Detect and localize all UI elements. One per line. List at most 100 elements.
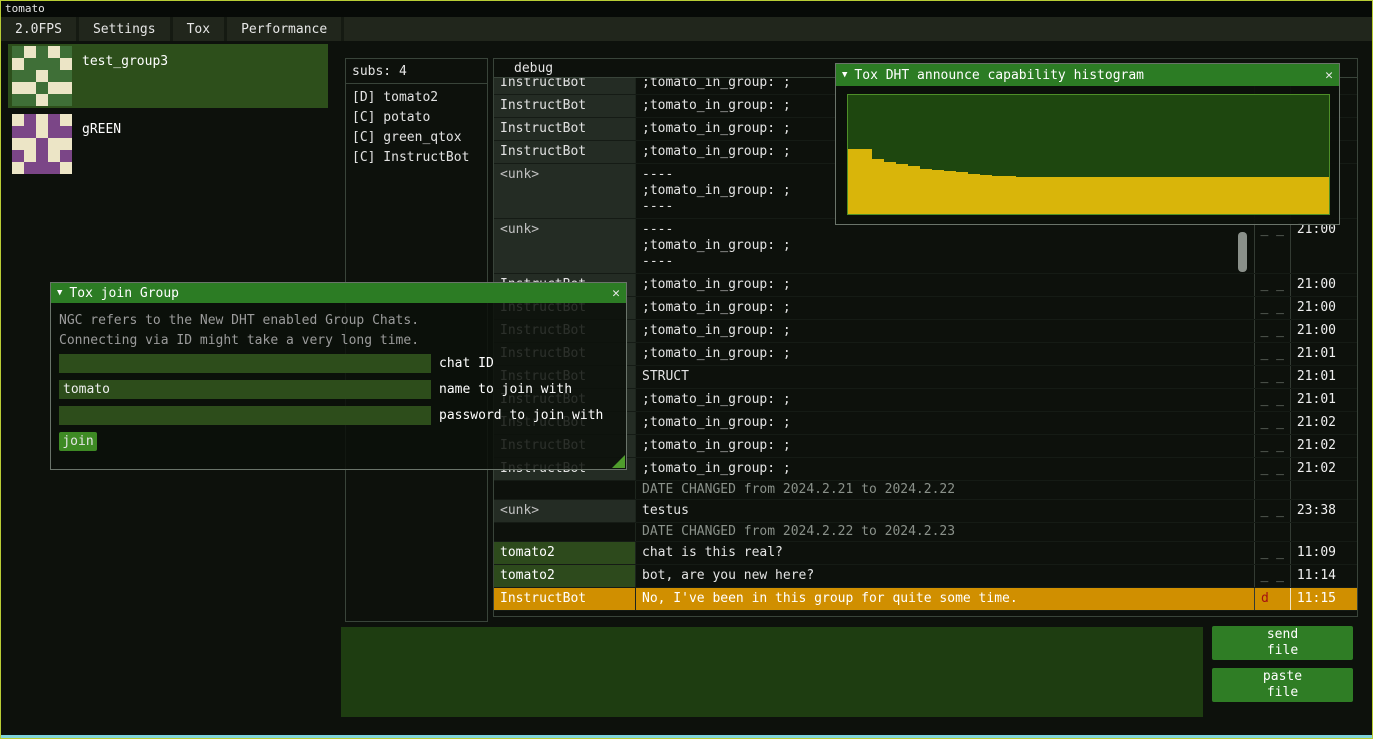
message-text: DATE CHANGED from 2024.2.21 to 2024.2.22: [635, 481, 1254, 499]
histogram-window-titlebar[interactable]: ▼ Tox DHT announce capability histogram …: [836, 64, 1339, 86]
close-icon[interactable]: ✕: [1325, 68, 1333, 83]
histogram-bar: [1305, 177, 1317, 214]
delivery-status: _ _: [1254, 500, 1290, 522]
subs-item-potato[interactable]: [C] potato: [346, 108, 487, 128]
histogram-bar: [872, 159, 884, 214]
os-titlebar[interactable]: tomato: [1, 1, 1372, 17]
chat-row[interactable]: DATE CHANGED from 2024.2.22 to 2024.2.23: [494, 523, 1357, 542]
histogram-bar: [896, 164, 908, 214]
send-file-button[interactable]: send file: [1212, 626, 1353, 660]
message-text: DATE CHANGED from 2024.2.22 to 2024.2.23: [635, 523, 1254, 541]
row-spacer: [1340, 118, 1357, 140]
row-spacer: [1340, 141, 1357, 163]
sender-name: InstructBot: [494, 118, 635, 140]
row-spacer: [1340, 523, 1357, 541]
histogram-bar: [1185, 177, 1197, 214]
chat-scrollbar-thumb[interactable]: [1238, 232, 1247, 272]
message-text: ;tomato_in_group: ;: [635, 297, 1254, 319]
paste-file-button[interactable]: paste file: [1212, 668, 1353, 702]
histogram-bars: [848, 95, 1329, 214]
delivery-status: _ _: [1254, 542, 1290, 564]
join-button[interactable]: join: [59, 432, 97, 451]
menubar: 2.0FPS Settings Tox Performance: [1, 17, 1372, 41]
join-info-line-1: NGC refers to the New DHT enabled Group …: [59, 311, 618, 331]
timestamp: 11:14: [1290, 565, 1340, 587]
timestamp: 21:00: [1290, 297, 1340, 319]
histogram-bar: [944, 171, 956, 214]
join-password-label: password to join with: [439, 408, 603, 423]
join-name-input[interactable]: [59, 380, 431, 399]
timestamp: 21:01: [1290, 389, 1340, 411]
timestamp: 21:02: [1290, 412, 1340, 434]
histogram-bar: [884, 162, 896, 214]
histogram-bar: [908, 166, 920, 214]
row-spacer: [1340, 458, 1357, 480]
chat-id-label: chat ID: [439, 356, 494, 371]
histogram-bar: [968, 174, 980, 214]
timestamp: 11:15: [1290, 588, 1340, 610]
collapse-icon[interactable]: ▼: [57, 288, 62, 298]
menu-settings[interactable]: Settings: [79, 17, 173, 41]
chat-input[interactable]: [341, 627, 1203, 717]
row-spacer: [1340, 389, 1357, 411]
timestamp: 11:09: [1290, 542, 1340, 564]
row-spacer: [1340, 274, 1357, 296]
histogram-bar: [1245, 177, 1257, 214]
join-password-field-row: password to join with: [59, 406, 618, 425]
group-item-green[interactable]: gREEN: [8, 112, 328, 176]
group-item-test_group3[interactable]: test_group3: [8, 44, 328, 108]
subs-item-green_qtox[interactable]: [C] green_qtox: [346, 128, 487, 148]
join-window-title: Tox join Group: [69, 286, 179, 301]
histogram-bar: [1137, 177, 1149, 214]
chat-row[interactable]: InstructBotNo, I've been in this group f…: [494, 588, 1357, 611]
row-spacer: [1340, 297, 1357, 319]
delivery-status: _ _: [1254, 458, 1290, 480]
collapse-icon[interactable]: ▼: [842, 70, 847, 80]
join-password-input[interactable]: [59, 406, 431, 425]
close-icon[interactable]: ✕: [612, 286, 620, 301]
histogram-bar: [1089, 177, 1101, 214]
delivery-status: _ _: [1254, 320, 1290, 342]
row-spacer: [1340, 412, 1357, 434]
timestamp: 23:38: [1290, 500, 1340, 522]
delivery-status: _ _: [1254, 297, 1290, 319]
resize-grip[interactable]: [612, 455, 625, 468]
message-text: STRUCT: [635, 366, 1254, 388]
chat-row[interactable]: tomato2bot, are you new here?_ _11:14: [494, 565, 1357, 588]
tab-debug[interactable]: debug: [514, 61, 553, 76]
join-window-titlebar[interactable]: ▼ Tox join Group ✕: [51, 283, 626, 303]
sender-name: InstructBot: [494, 95, 635, 117]
chat-id-input[interactable]: [59, 354, 431, 373]
histogram-bar: [1016, 177, 1028, 214]
chat-row[interactable]: tomato2chat is this real?_ _11:09: [494, 542, 1357, 565]
delivery-status: _ _: [1254, 435, 1290, 457]
row-spacer: [1340, 320, 1357, 342]
delivery-status: _ _: [1254, 412, 1290, 434]
subs-item-instructbot[interactable]: [C] InstructBot: [346, 148, 487, 168]
menu-tox[interactable]: Tox: [173, 17, 227, 41]
menu-performance[interactable]: Performance: [227, 17, 344, 41]
timestamp: 21:00: [1290, 219, 1340, 273]
sender-name: [494, 523, 635, 541]
sender-name: tomato2: [494, 565, 635, 587]
histogram-bar: [992, 176, 1004, 214]
delivery-status: _ _: [1254, 366, 1290, 388]
message-text: ;tomato_in_group: ;: [635, 389, 1254, 411]
histogram-bar: [1041, 177, 1053, 214]
delivery-status: _ _: [1254, 219, 1290, 273]
histogram-bar: [1125, 177, 1137, 214]
message-text: ;tomato_in_group: ;: [635, 274, 1254, 296]
timestamp: 21:00: [1290, 320, 1340, 342]
paste-file-label-line2: file: [1267, 685, 1298, 701]
message-text: ;tomato_in_group: ;: [635, 320, 1254, 342]
join-fields: chat ID name to join with password to jo…: [59, 354, 618, 425]
window-title: tomato: [5, 2, 45, 15]
join-group-window: ▼ Tox join Group ✕ NGC refers to the New…: [50, 282, 627, 470]
timestamp: 21:02: [1290, 435, 1340, 457]
chat-row[interactable]: <unk>testus_ _23:38: [494, 500, 1357, 523]
sender-name: <unk>: [494, 219, 635, 273]
chat-row[interactable]: DATE CHANGED from 2024.2.21 to 2024.2.22: [494, 481, 1357, 500]
chat-row[interactable]: <unk>----;tomato_in_group: ;----_ _21:00: [494, 219, 1357, 274]
subs-item-tomato2[interactable]: [D] tomato2: [346, 88, 487, 108]
timestamp: 21:02: [1290, 458, 1340, 480]
